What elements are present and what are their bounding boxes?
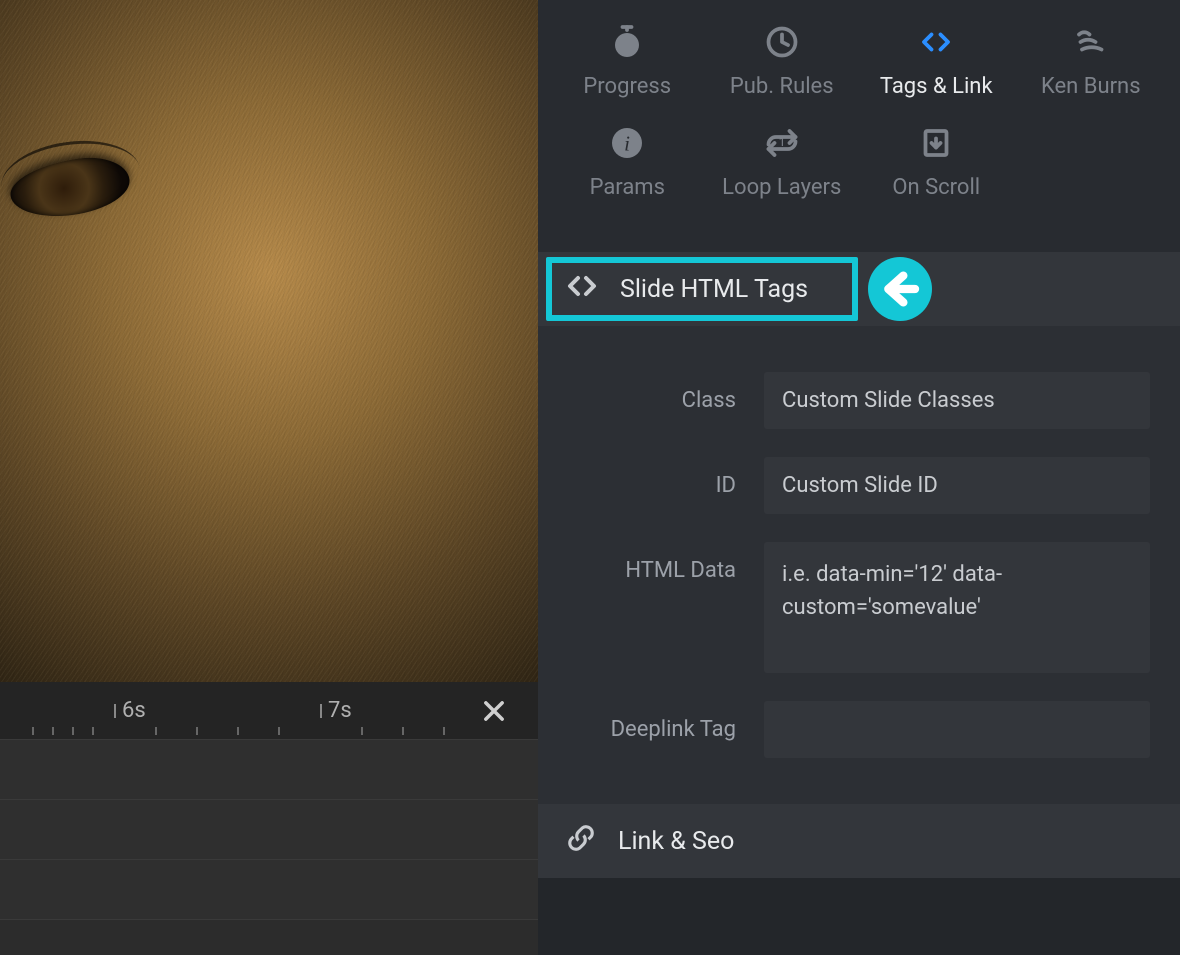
section-header-slide-html-tags[interactable]: Slide HTML Tags [538,252,1180,326]
tab-label: Loop Layers [722,175,841,200]
tab-label: Pub. Rules [730,74,834,99]
close-icon[interactable] [480,697,508,725]
label-class: Class [568,372,764,413]
ruler-label: 6s [122,698,146,723]
editor-left-panel: 6s 7s [0,0,538,955]
ruler-minor-tick [92,727,94,735]
form-row-deeplink: Deeplink Tag [568,701,1150,758]
tab-label: Progress [583,74,671,99]
link-icon [566,823,596,860]
svg-text:i: i [624,132,630,156]
label-deeplink: Deeplink Tag [568,701,764,742]
timeline-track-row[interactable] [0,740,538,800]
ruler-minor-tick [278,727,280,735]
tab-on-scroll[interactable]: On Scroll [861,121,1011,222]
form-row-html-data: HTML Data [568,542,1150,673]
ruler-minor-tick [361,727,363,735]
ruler-minor-tick [443,727,445,735]
section-header-link-seo[interactable]: Link & Seo [538,804,1180,878]
slide-preview-image [0,0,538,682]
tab-pub-rules[interactable]: Pub. Rules [707,20,857,121]
ruler-minor-tick [196,727,198,735]
timeline-tracks [0,740,538,955]
callout-arrow-icon [868,257,932,321]
tab-progress[interactable]: Progress [552,20,702,121]
ruler-minor-tick [155,727,157,735]
code-icon [918,24,954,60]
tab-ken-burns[interactable]: Ken Burns [1016,20,1166,121]
form-row-class: Class [568,372,1150,429]
tab-label: Tags & Link [880,74,993,99]
tab-label: On Scroll [892,175,980,200]
timeline: 6s 7s [0,682,538,955]
tab-tags-link[interactable]: Tags & Link [861,20,1011,121]
ruler-minor-tick [402,727,404,735]
ruler-minor-tick [52,727,54,735]
section-title: Slide HTML Tags [620,275,808,304]
code-icon [566,270,598,309]
motion-icon [1073,24,1109,60]
tab-params[interactable]: i Params [552,121,702,222]
loop-icon: 1 [764,125,800,161]
ruler-minor-tick [237,727,239,735]
ruler-minor-tick [32,727,34,735]
tab-loop-layers[interactable]: 1 Loop Layers [707,121,857,222]
form-row-id: ID [568,457,1150,514]
scroll-icon [918,125,954,161]
timeline-track-row[interactable] [0,800,538,860]
input-html-data[interactable] [764,542,1150,673]
tab-label: Params [590,175,665,200]
timeline-track-row[interactable] [0,860,538,920]
options-tabs: Progress Pub. Rules Tags & Link Ken Burn… [538,0,1180,252]
clock-icon [764,24,800,60]
input-id[interactable] [764,457,1150,514]
input-deeplink[interactable] [764,701,1150,758]
ruler-minor-tick [72,727,74,735]
info-icon: i [609,125,645,161]
preview-texture [0,0,538,682]
svg-text:1: 1 [778,135,785,149]
options-panel: Progress Pub. Rules Tags & Link Ken Burn… [538,0,1180,955]
label-html-data: HTML Data [568,542,764,583]
section-title: Link & Seo [618,827,734,856]
section-body-slide-html-tags: Class ID HTML Data Deeplink Tag [538,326,1180,804]
label-id: ID [568,457,764,498]
stopwatch-icon [609,24,645,60]
timeline-ruler[interactable]: 6s 7s [0,682,538,740]
tab-label: Ken Burns [1041,74,1141,99]
ruler-label: 7s [328,698,352,723]
input-class[interactable] [764,372,1150,429]
